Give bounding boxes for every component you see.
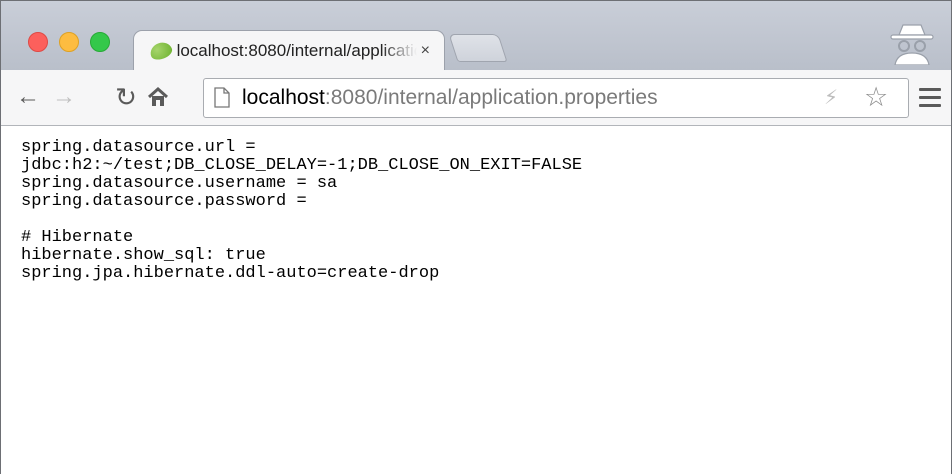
new-tab-button[interactable] [448,34,508,62]
tab-strip: localhost:8080/internal/application.prop… [1,1,951,71]
back-button[interactable]: ← [13,82,43,112]
browser-window: localhost:8080/internal/application.prop… [0,0,952,474]
close-window-button[interactable] [28,32,48,52]
code-line: spring.datasource.username = sa [21,174,338,193]
reload-icon: ↻ [115,82,137,112]
arrow-right-icon: → [52,83,76,110]
url-text: localhost:8080/internal/application.prop… [242,86,658,110]
tab-active[interactable]: localhost:8080/internal/application.prop… [133,30,445,71]
code-line: jdbc:h2:~/test;DB_CLOSE_DELAY=-1;DB_CLOS… [21,156,583,175]
properties-text: spring.datasource.url = jdbc:h2:~/test;D… [21,139,582,283]
reload-button[interactable]: ↻ [111,82,141,112]
code-line: # Hibernate [21,228,134,247]
home-icon [148,86,168,106]
lightning-icon: ⚡︎ [824,87,839,109]
address-bar[interactable]: localhost:8080/internal/application.prop… [203,78,909,118]
arrow-left-icon: ← [16,83,40,110]
url-host: localhost [242,86,325,109]
home-button[interactable] [143,82,173,112]
forward-button[interactable]: → [49,82,79,112]
page-content: spring.datasource.url = jdbc:h2:~/test;D… [1,126,951,474]
code-line: spring.jpa.hibernate.ddl-auto=create-dro… [21,264,440,283]
toolbar: ← → ↻ localhost:8080/internal/applicatio… [1,70,951,126]
minimize-window-button[interactable] [59,32,79,52]
star-icon[interactable]: ☆ [864,82,888,112]
code-line: hibernate.show_sql: true [21,246,266,265]
page-icon [214,87,230,108]
spring-leaf-icon [147,39,174,63]
hamburger-menu-icon[interactable] [919,88,941,112]
maximize-window-button[interactable] [90,32,110,52]
url-path: :8080/internal/application.properties [324,86,658,109]
code-line: spring.datasource.url = [21,138,256,157]
incognito-icon [890,24,934,65]
tab-title: localhost:8080/internal/application.prop… [176,41,417,60]
code-line: spring.datasource.password = [21,192,307,211]
tab-close-icon[interactable]: × [421,42,430,60]
